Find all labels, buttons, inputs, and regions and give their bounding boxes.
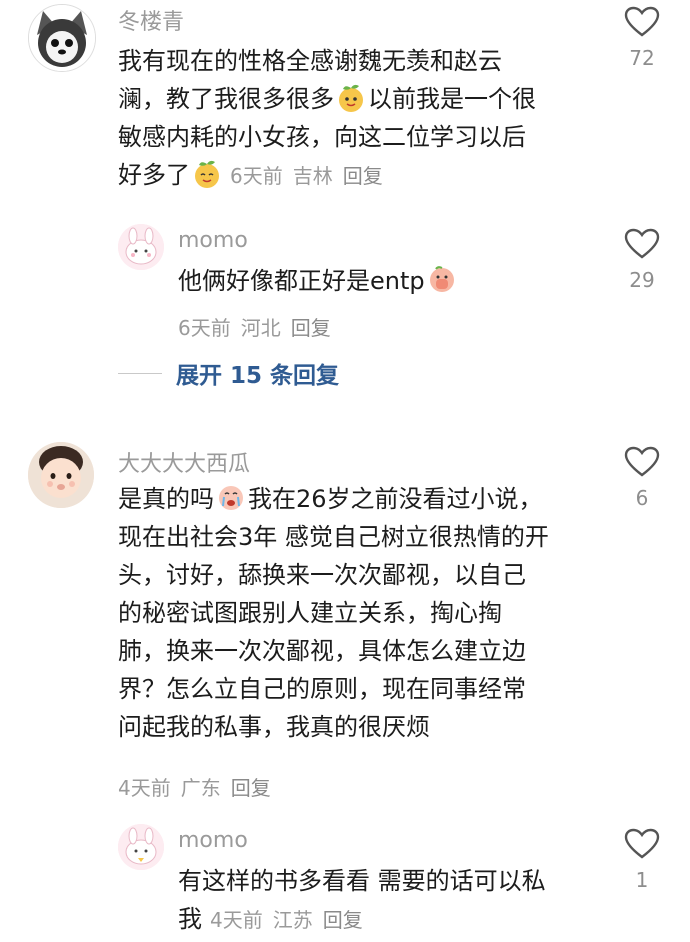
location: 河北 bbox=[240, 316, 281, 340]
comment-text: 他俩好像都正好是entp bbox=[178, 262, 459, 300]
comment-line: 的秘密试图跟别人建立关系，掏心掏 bbox=[118, 599, 502, 627]
comment-line: 头，讨好，舔换来一次次鄙视，以自己 bbox=[118, 561, 526, 589]
reply-button[interactable]: 回复 bbox=[231, 776, 271, 800]
comment-line: 有这样的书多看看 需要的话可以私 bbox=[178, 867, 546, 895]
expand-replies-button[interactable]: 展开 15 条回复 bbox=[118, 356, 339, 390]
avatar[interactable] bbox=[28, 4, 96, 72]
divider bbox=[118, 372, 162, 374]
avatar-baby-icon bbox=[28, 442, 94, 508]
like-count: 1 bbox=[635, 868, 649, 892]
avatar-bunny-icon bbox=[118, 824, 164, 870]
reply-button[interactable]: 回复 bbox=[323, 908, 363, 932]
comment-line: 好多了 6天前 吉林 回复 bbox=[118, 156, 536, 195]
crying-emoji-icon bbox=[219, 486, 243, 510]
comment-line: 我 4天前 江苏 回复 bbox=[178, 900, 546, 939]
comment-line: 澜，教了我很多很多 以前我是一个很 bbox=[118, 84, 536, 113]
avatar[interactable] bbox=[118, 824, 164, 870]
like-count: 6 bbox=[635, 486, 649, 510]
timestamp: 6天前 bbox=[230, 164, 283, 188]
like-button[interactable]: 1 bbox=[612, 828, 672, 892]
sprout-face-emoji-icon bbox=[339, 84, 363, 112]
reply-button[interactable]: 回复 bbox=[291, 316, 331, 340]
avatar[interactable] bbox=[28, 442, 94, 508]
like-button[interactable]: 6 bbox=[612, 446, 672, 510]
facepalm-emoji-icon bbox=[429, 266, 454, 292]
comment-line: 我有现在的性格全感谢魏无羡和赵云 bbox=[118, 47, 502, 75]
timestamp: 4天前 bbox=[118, 776, 171, 800]
avatar[interactable] bbox=[118, 224, 164, 270]
comment-meta: 6天前 河北 回复 bbox=[178, 312, 341, 341]
heart-icon bbox=[624, 828, 660, 859]
comment-meta: 4天前 广东 回复 bbox=[118, 772, 281, 801]
timestamp: 4天前 bbox=[210, 908, 263, 932]
comment-text: 我有现在的性格全感谢魏无羡和赵云 澜，教了我很多很多 以前我是一个很 敏感内耗的小… bbox=[118, 42, 536, 195]
comment-meta: 6天前 吉林 回复 bbox=[230, 164, 393, 188]
location: 广东 bbox=[180, 776, 221, 800]
comment-text: 有这样的书多看看 需要的话可以私 我 4天前 江苏 回复 bbox=[178, 862, 546, 939]
heart-icon bbox=[624, 6, 660, 37]
username[interactable]: 冬楼青 bbox=[118, 4, 184, 36]
comment-line: 是真的吗 我在26岁之前没看过小说， bbox=[118, 485, 543, 513]
comment-line: 肺，换来一次次鄙视，具体怎么建立边 bbox=[118, 637, 526, 665]
username[interactable]: momo bbox=[178, 828, 248, 853]
comment-line: 敏感内耗的小女孩，向这二位学习以后 bbox=[118, 123, 526, 151]
location: 吉林 bbox=[292, 164, 333, 188]
username[interactable]: momo bbox=[178, 228, 248, 253]
comment-line: 问起我的私事，我真的很厌烦 bbox=[118, 713, 430, 741]
comment-line: 界？怎么立自己的原则，现在同事经常 bbox=[118, 675, 526, 703]
timestamp: 6天前 bbox=[178, 316, 231, 340]
like-count: 72 bbox=[629, 46, 655, 70]
like-button[interactable]: 29 bbox=[612, 228, 672, 292]
like-count: 29 bbox=[629, 268, 655, 292]
like-button[interactable]: 72 bbox=[612, 6, 672, 70]
heart-icon bbox=[624, 446, 660, 477]
comment-line: 现在出社会3年 感觉自己树立很热情的开 bbox=[118, 523, 549, 551]
avatar-bear-icon bbox=[29, 5, 95, 71]
heart-icon bbox=[624, 228, 660, 259]
comment-meta: 4天前 江苏 回复 bbox=[210, 908, 373, 932]
sprout-face-emoji-icon bbox=[195, 160, 219, 188]
reply-button[interactable]: 回复 bbox=[343, 164, 383, 188]
comment-text: 是真的吗 我在26岁之前没看过小说， 现在出社会3年 感觉自己树立很热情的开 头，… bbox=[118, 480, 549, 746]
avatar-bunny-icon bbox=[118, 224, 164, 270]
expand-replies-label: 展开 15 条回复 bbox=[176, 363, 340, 389]
username[interactable]: 大大大大西瓜 bbox=[118, 446, 250, 478]
location: 江苏 bbox=[272, 908, 313, 932]
comment-line: 他俩好像都正好是entp bbox=[178, 262, 459, 300]
